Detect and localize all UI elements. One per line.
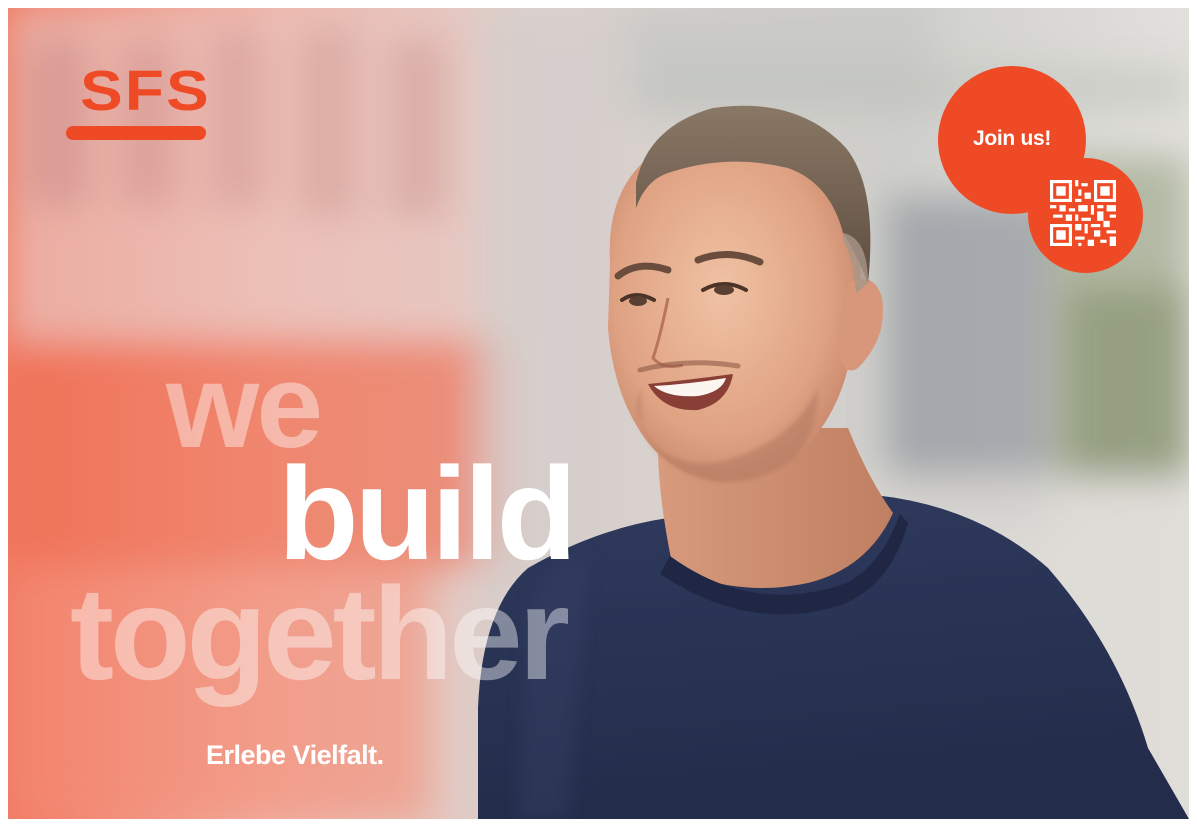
- sfs-logo: SFS: [66, 63, 209, 140]
- headline-together: together: [70, 560, 570, 707]
- logo-wordmark: SFS: [80, 59, 211, 123]
- qr-code-icon[interactable]: [1050, 180, 1116, 246]
- logo-underline-bar: [66, 126, 206, 140]
- join-us-label: Join us!: [972, 127, 1052, 150]
- tagline: Erlebe Vielfalt.: [206, 740, 384, 770]
- join-us-badge[interactable]: Join us!: [938, 66, 1143, 273]
- recruitment-poster: SFS we build together Erlebe Vielfalt. J…: [8, 8, 1189, 819]
